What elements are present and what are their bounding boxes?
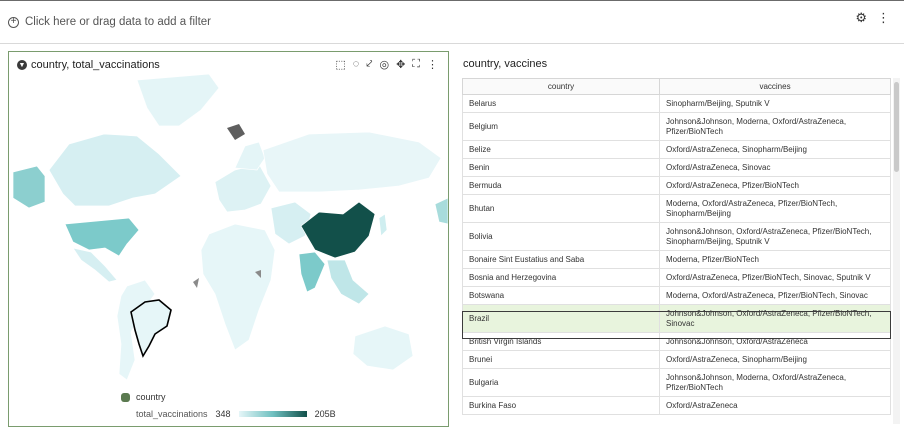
cell-vaccines[interactable]: Johnson&Johnson, Oxford/AstraZeneca, Pfi… [659,222,891,251]
table-row[interactable]: Bosnia and Herzegovina Oxford/AstraZeneca… [462,268,891,287]
table-row[interactable]: Benin Oxford/AstraZeneca, Sinovac [462,158,891,177]
cell-vaccines[interactable]: Moderna, Pfizer/BioNTech [659,250,891,269]
map-alaska[interactable] [12,165,46,209]
cell-country[interactable]: Bosnia and Herzegovina [462,268,660,287]
cell-country[interactable]: Belize [462,140,660,159]
table-row[interactable]: Bonaire Sint Eustatius and Saba Moderna, … [462,250,891,269]
map-canada[interactable] [48,133,182,207]
fullscreen-icon[interactable]: ⛶ [412,58,420,71]
map-australia[interactable] [352,325,414,371]
scrollbar-thumb[interactable] [894,82,899,172]
map-panel[interactable]: ▼ country, total_vaccinations ⬚ ◌ ⤦ ◎ ✥ … [8,51,449,427]
world-map[interactable] [9,74,448,384]
map-panel-title: ▼ country, total_vaccinations [17,59,160,71]
table-row[interactable]: Brunei Oxford/AstraZeneca, Sinopharm/Beij… [462,350,891,369]
map-china[interactable] [300,201,376,259]
cell-country[interactable]: Bolivia [462,222,660,251]
column-header-country[interactable]: country [462,78,660,95]
legend-gradient [238,411,307,417]
map-legend: country total_vaccinations 348 205B [121,392,336,419]
cell-country[interactable]: Belgium [462,112,660,141]
table-row[interactable]: Belgium Johnson&Johnson, Moderna, Oxford/… [462,112,891,141]
filter-icon[interactable]: ▼ [17,60,27,70]
legend-min-label: 348 [215,409,231,419]
cell-vaccines[interactable]: Johnson&Johnson, Moderna, Oxford/AstraZe… [659,368,891,397]
map-greenland[interactable] [136,74,220,127]
table-row[interactable]: Burkina Faso Oxford/AstraZeneca [462,396,891,415]
cell-country[interactable]: Bonaire Sint Eustatius and Saba [462,250,660,269]
cell-country[interactable]: Brunei [462,350,660,369]
table-row[interactable]: Belize Oxford/AstraZeneca, Sinopharm/Beij… [462,140,891,159]
cell-country[interactable]: Botswana [462,286,660,305]
select-icon[interactable]: ⬚ [335,58,345,71]
map-svalbard[interactable] [227,124,245,140]
pan-icon[interactable]: ✥ [396,58,405,71]
table-row[interactable]: Belarus Sinopharm/Beijing, Sputnik V [462,94,891,113]
cell-country[interactable]: Belarus [462,94,660,113]
cell-vaccines[interactable]: Sinopharm/Beijing, Sputnik V [659,94,891,113]
cell-vaccines[interactable]: Moderna, Oxford/AstraZeneca, Pfizer/BioN… [659,194,891,223]
more-icon[interactable]: ⋮ [877,10,890,26]
map-russia[interactable] [262,131,442,193]
cell-vaccines[interactable]: Johnson&Johnson, Oxford/AstraZeneca [659,332,891,351]
legend-series-label: country [136,392,166,402]
map-europe[interactable] [214,163,272,213]
table-row[interactable]: Bolivia Johnson&Johnson, Oxford/AstraZene… [462,222,891,251]
cell-country[interactable]: Bhutan [462,194,660,223]
cell-vaccines[interactable]: Johnson&Johnson, Moderna, Oxford/AstraZe… [659,112,891,141]
map-india[interactable] [298,251,326,293]
cell-country[interactable]: Brazil [462,304,660,333]
vaccines-table[interactable]: country vaccines Belarus Sinopharm/Beijin… [462,78,891,415]
table-row[interactable]: British Virgin Islands Johnson&Johnson, O… [462,332,891,351]
cell-country[interactable]: Burkina Faso [462,396,660,415]
cell-vaccines[interactable]: Oxford/AstraZeneca, Sinopharm/Beijing [659,140,891,159]
map-brazil[interactable] [130,299,172,358]
table-row[interactable]: Botswana Moderna, Oxford/AstraZeneca, Pfi… [462,286,891,305]
cell-vaccines[interactable]: Oxford/AstraZeneca, Sinopharm/Beijing [659,350,891,369]
filter-placeholder: Click here or drag data to add a filter [25,16,212,28]
table-panel-title: country, vaccines [463,58,548,70]
settings-icon[interactable]: ⚙ [855,10,867,26]
map-no-data-1[interactable] [193,278,199,288]
table-header-row: country vaccines [462,78,891,95]
add-filter-button[interactable]: + Click here or drag data to add a filte… [8,16,211,28]
plus-circle-icon: + [8,16,19,28]
legend-metric-label: total_vaccinations [136,409,208,419]
map-japan[interactable] [378,213,388,237]
legend-max-label: 205B [314,409,336,419]
cell-vaccines[interactable]: Oxford/AstraZeneca, Pfizer/BioNTech, Sin… [659,268,891,287]
cell-country[interactable]: Benin [462,158,660,177]
target-icon[interactable]: ◎ [379,58,389,71]
map-scandinavia[interactable] [234,141,266,171]
cell-vaccines[interactable]: Oxford/AstraZeneca, Pfizer/BioNTech [659,176,891,195]
cell-country[interactable]: British Virgin Islands [462,332,660,351]
map-mexico[interactable] [72,247,118,283]
more-icon[interactable]: ⋮ [427,58,438,71]
top-toolbar: ⚙ ⋮ [855,10,890,26]
table-row[interactable]: Bermuda Oxford/AstraZeneca, Pfizer/BioNTe… [462,176,891,195]
map-far-east[interactable] [434,197,448,225]
table-scrollbar[interactable] [893,78,900,424]
filter-bar: + Click here or drag data to add a filte… [0,0,904,44]
zoom-icon[interactable]: ⤦ [366,58,372,71]
cell-country[interactable]: Bulgaria [462,368,660,397]
column-header-vaccines[interactable]: vaccines [659,78,891,95]
map-se-asia[interactable] [326,259,370,305]
cell-vaccines[interactable]: Oxford/AstraZeneca [659,396,891,415]
table-row[interactable]: Brazil Johnson&Johnson, Oxford/AstraZenec… [462,304,891,333]
map-africa[interactable] [200,223,276,351]
table-row[interactable]: Bhutan Moderna, Oxford/AstraZeneca, Pfize… [462,194,891,223]
legend-swatch [121,392,130,402]
cell-country[interactable]: Bermuda [462,176,660,195]
map-toolbar: ⬚ ◌ ⤦ ◎ ✥ ⛶ ⋮ [335,58,438,71]
table-row[interactable]: Bulgaria Johnson&Johnson, Moderna, Oxford… [462,368,891,397]
cell-vaccines[interactable]: Moderna, Oxford/AstraZeneca, Pfizer/BioN… [659,286,891,305]
cell-vaccines[interactable]: Oxford/AstraZeneca, Sinovac [659,158,891,177]
cell-vaccines[interactable]: Johnson&Johnson, Oxford/AstraZeneca, Pfi… [659,304,891,333]
lasso-icon[interactable]: ◌ [353,58,360,71]
